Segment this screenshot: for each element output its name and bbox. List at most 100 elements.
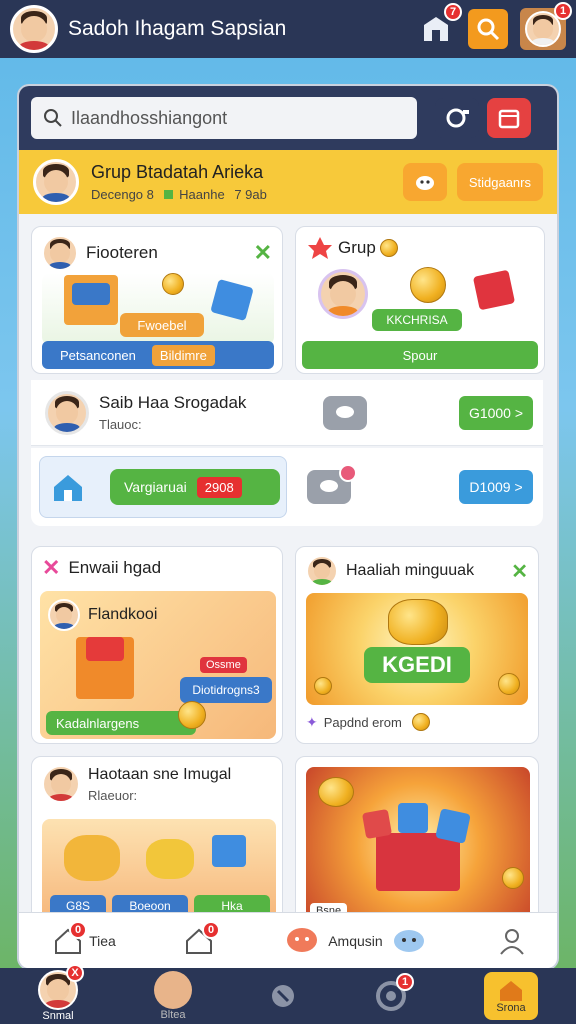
coin-icon	[411, 713, 430, 731]
inner-nav: Tiea 0 0 Amqusin	[19, 912, 557, 968]
scan-button[interactable]	[435, 98, 479, 138]
row2-right-button[interactable]: D1009 >	[459, 470, 533, 504]
bottom-nav-avatar-label: Snmal	[42, 1010, 74, 1022]
hatian-illustration: G8S Boeoon Hka	[42, 819, 276, 921]
hatian-card[interactable]: Haotaan sne Imugal Rlaeuor: G8S Boeoon H…	[31, 756, 283, 926]
home-icon	[54, 475, 82, 501]
reward-title: Haaliah minguuak	[346, 562, 475, 579]
bottom-nav: Snmal X Bltea 1 Srona	[0, 964, 576, 1024]
x-mark-icon: ✕	[42, 555, 61, 580]
red-cube-icon	[361, 808, 393, 840]
row1-title: Saib Haa Srogadak	[99, 393, 247, 412]
inner-nav-home[interactable]: Tiea 0	[53, 920, 116, 955]
search-input[interactable]: Ilaandhosshiangont	[31, 97, 417, 139]
events-tag: Ossme	[200, 657, 247, 673]
coin-icon	[379, 239, 398, 257]
search-icon	[477, 18, 500, 41]
friends-card[interactable]: Fiooteren ✕ Fwoebel Petsanconen Bildimre	[31, 226, 283, 374]
blue-cube-icon	[210, 278, 254, 322]
inner-nav-home-label: Tiea	[89, 932, 116, 949]
events-inner-header: Flandkooi	[48, 599, 157, 631]
profile-button[interactable]: 1	[520, 2, 572, 50]
coin-icon	[502, 867, 524, 889]
search-button[interactable]	[468, 9, 508, 49]
bottom-nav-baby-label: Bltea	[160, 1009, 186, 1021]
chat-bubble-icon	[287, 927, 318, 952]
reward-card[interactable]: Haaliah minguuak ✕ KGEDI ✦ Papdnd erom	[295, 546, 539, 744]
reward-footer-text: Papdnd erom	[323, 714, 402, 730]
group-card[interactable]: Grup KKCHRISA Spour	[295, 226, 545, 374]
search-row: Ilaandhosshiangont	[19, 86, 557, 150]
group-strip[interactable]: Grup Btadatah Arieka Decengo 8 Haanhe 7 …	[19, 150, 557, 214]
group-chat-button[interactable]	[402, 163, 447, 201]
close-x-icon[interactable]: ✕	[254, 240, 272, 266]
group-card-title: Grup	[338, 238, 376, 257]
bottom-nav-avatar[interactable]: Snmal X	[38, 964, 84, 1022]
box-lid	[86, 637, 124, 661]
friends-action-label: Petsanconen	[60, 347, 136, 363]
medal-icon	[308, 237, 332, 259]
friends-action-button[interactable]: Petsanconen Bildimre	[42, 341, 274, 369]
group-title: Grup Btadatah Arieka	[91, 162, 264, 182]
blue-cube-icon	[435, 808, 471, 844]
bottom-nav-avatar-badge: X	[66, 964, 84, 982]
chat-badge	[339, 464, 357, 482]
top-bar: Sadoh Ihagam Sapsian 7 1	[0, 0, 576, 58]
group-meta-right: 7 9ab	[234, 187, 267, 202]
hatian-text: Haotaan sne Imugal Rlaeuor:	[88, 766, 231, 803]
events-card[interactable]: ✕ Enwaii hgad Flandkooi Ossme Diotidrogn…	[31, 546, 283, 744]
green-square-icon	[163, 190, 173, 199]
shop-button[interactable]: 7	[416, 3, 462, 49]
bottom-nav-baby[interactable]: Bltea	[154, 971, 192, 1021]
inner-nav-chat[interactable]: Amqusin	[282, 925, 428, 957]
bottom-nav-home[interactable]: Srona	[484, 972, 538, 1020]
events-illustration: Flandkooi Ossme Diotidrogns3 Kadalnlarge…	[40, 591, 276, 739]
close-x-icon[interactable]: ✕	[511, 559, 528, 584]
group-action-button[interactable]: Stidgaanrs	[456, 163, 543, 201]
row2-action-label: Vargiaruai	[124, 479, 187, 495]
list-row-2[interactable]: Vargiaruai 2908 D1009 >	[31, 448, 543, 526]
inner-nav-house[interactable]: 0	[184, 920, 221, 955]
user-avatar[interactable]	[10, 5, 58, 53]
person-icon	[500, 928, 524, 955]
row2-home-tile[interactable]: Vargiaruai 2908	[39, 456, 287, 518]
group-meta: Decengo 8 Haanhe 7 9ab	[91, 187, 403, 202]
chat-icon[interactable]	[323, 395, 367, 430]
blue-cube-icon	[398, 803, 428, 833]
calendar-button[interactable]	[487, 98, 531, 138]
events-green-label: Kadalnlargens	[46, 711, 196, 735]
bottom-nav-settings-badge: 1	[396, 973, 414, 991]
row1-action-button[interactable]: G1000 >	[459, 395, 533, 430]
list-row-1[interactable]: Saib Haa Srogadak Tlauoc: G1000 >	[31, 380, 543, 446]
reward-footer: ✦ Papdnd erom	[306, 713, 430, 731]
inner-nav-profile[interactable]	[497, 926, 527, 956]
coin-icon	[388, 599, 448, 645]
hatian-avatar	[42, 765, 80, 803]
events-action-button[interactable]: Diotidrogns3	[180, 677, 272, 703]
coin-stack-icon	[318, 777, 354, 807]
profile-badge: 1	[554, 2, 572, 20]
friends-avatar	[42, 235, 78, 271]
row2-action-button[interactable]: Vargiaruai 2908	[110, 469, 280, 505]
events-inner-title: Flandkooi	[88, 606, 158, 623]
bottom-nav-home-label: Srona	[496, 1002, 526, 1014]
search-icon	[44, 109, 62, 127]
events-avatar	[48, 599, 80, 631]
toy-icon	[146, 839, 194, 879]
coin-icon	[314, 677, 332, 695]
group-label: KKCHRISA	[372, 309, 462, 331]
giftbox-card[interactable]: Bsne	[295, 756, 539, 926]
bottom-nav-bell[interactable]	[268, 981, 298, 1011]
group-action-button[interactable]: Spour	[302, 341, 538, 369]
group-info: Grup Btadatah Arieka Decengo 8 Haanhe 7 …	[91, 162, 403, 202]
puzzle-icon: ✦	[306, 713, 318, 730]
bottom-nav-settings[interactable]: 1	[374, 973, 414, 1013]
cloud-icon	[393, 929, 424, 952]
reward-banner: KGEDI	[306, 593, 528, 705]
store-icon	[424, 17, 448, 41]
home-icon	[500, 981, 522, 1001]
row1-sub: Tlauoc:	[99, 417, 142, 432]
camera-icon	[446, 108, 469, 128]
dog-icon	[415, 176, 434, 190]
chat-icon[interactable]	[307, 464, 357, 504]
